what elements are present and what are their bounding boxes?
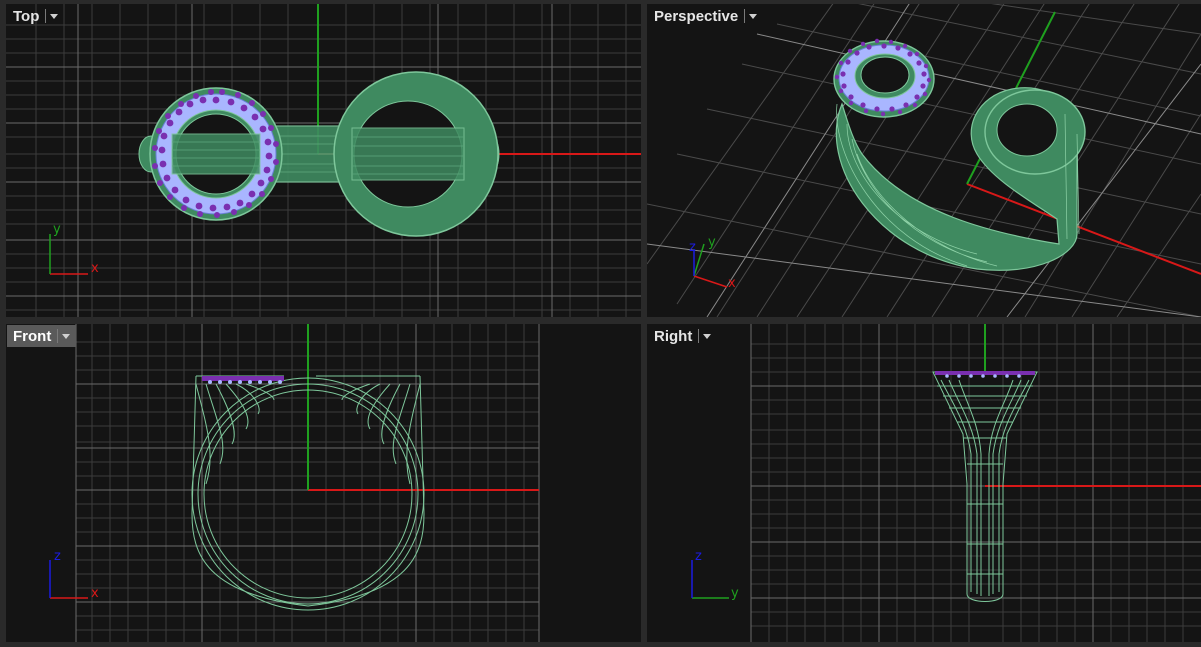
axis-label-h: y bbox=[731, 586, 739, 601]
perspective-viewport-canvas[interactable] bbox=[647, 4, 1201, 317]
viewport-right[interactable]: y z Right bbox=[647, 324, 1201, 642]
grid-major bbox=[647, 4, 1201, 317]
axis-label-v: z bbox=[695, 549, 702, 564]
viewport-top[interactable]: x y Top bbox=[6, 4, 641, 317]
dropdown-caret-icon[interactable] bbox=[57, 329, 71, 343]
axis-label-h: x bbox=[91, 261, 99, 276]
viewport-title-text: Top bbox=[13, 7, 40, 25]
dropdown-caret-icon[interactable] bbox=[698, 329, 712, 343]
gem-setting bbox=[202, 376, 284, 381]
viewport-title-perspective[interactable]: Perspective bbox=[648, 5, 763, 27]
ring-model[interactable] bbox=[833, 38, 1086, 271]
axis-gizmo-icon bbox=[691, 560, 729, 599]
viewport-title-front[interactable]: Front bbox=[7, 325, 77, 347]
viewport-title-text: Right bbox=[654, 327, 693, 345]
axis-label-v: y bbox=[53, 222, 61, 237]
front-viewport-canvas[interactable] bbox=[6, 324, 641, 642]
viewport-front[interactable]: x z Front bbox=[6, 324, 641, 642]
viewport-title-text: Perspective bbox=[654, 7, 739, 25]
grid bbox=[647, 4, 1201, 317]
axis-label-v: z bbox=[54, 549, 61, 564]
axis-label-h: x bbox=[728, 276, 736, 291]
top-viewport-canvas[interactable] bbox=[6, 4, 641, 317]
dropdown-caret-icon[interactable] bbox=[744, 9, 758, 23]
viewport-title-text: Front bbox=[13, 327, 52, 345]
axis-label-z: z bbox=[689, 240, 696, 255]
viewport-title-right[interactable]: Right bbox=[648, 325, 717, 347]
viewport-title-top[interactable]: Top bbox=[7, 5, 64, 27]
axis-label-v: y bbox=[708, 235, 716, 250]
dropdown-caret-icon[interactable] bbox=[45, 9, 59, 23]
axis-label-h: x bbox=[91, 586, 99, 601]
axis-gizmo-icon bbox=[49, 560, 88, 599]
gem-setting bbox=[935, 371, 1035, 375]
viewport-perspective[interactable]: x y z Perspective bbox=[647, 4, 1201, 317]
